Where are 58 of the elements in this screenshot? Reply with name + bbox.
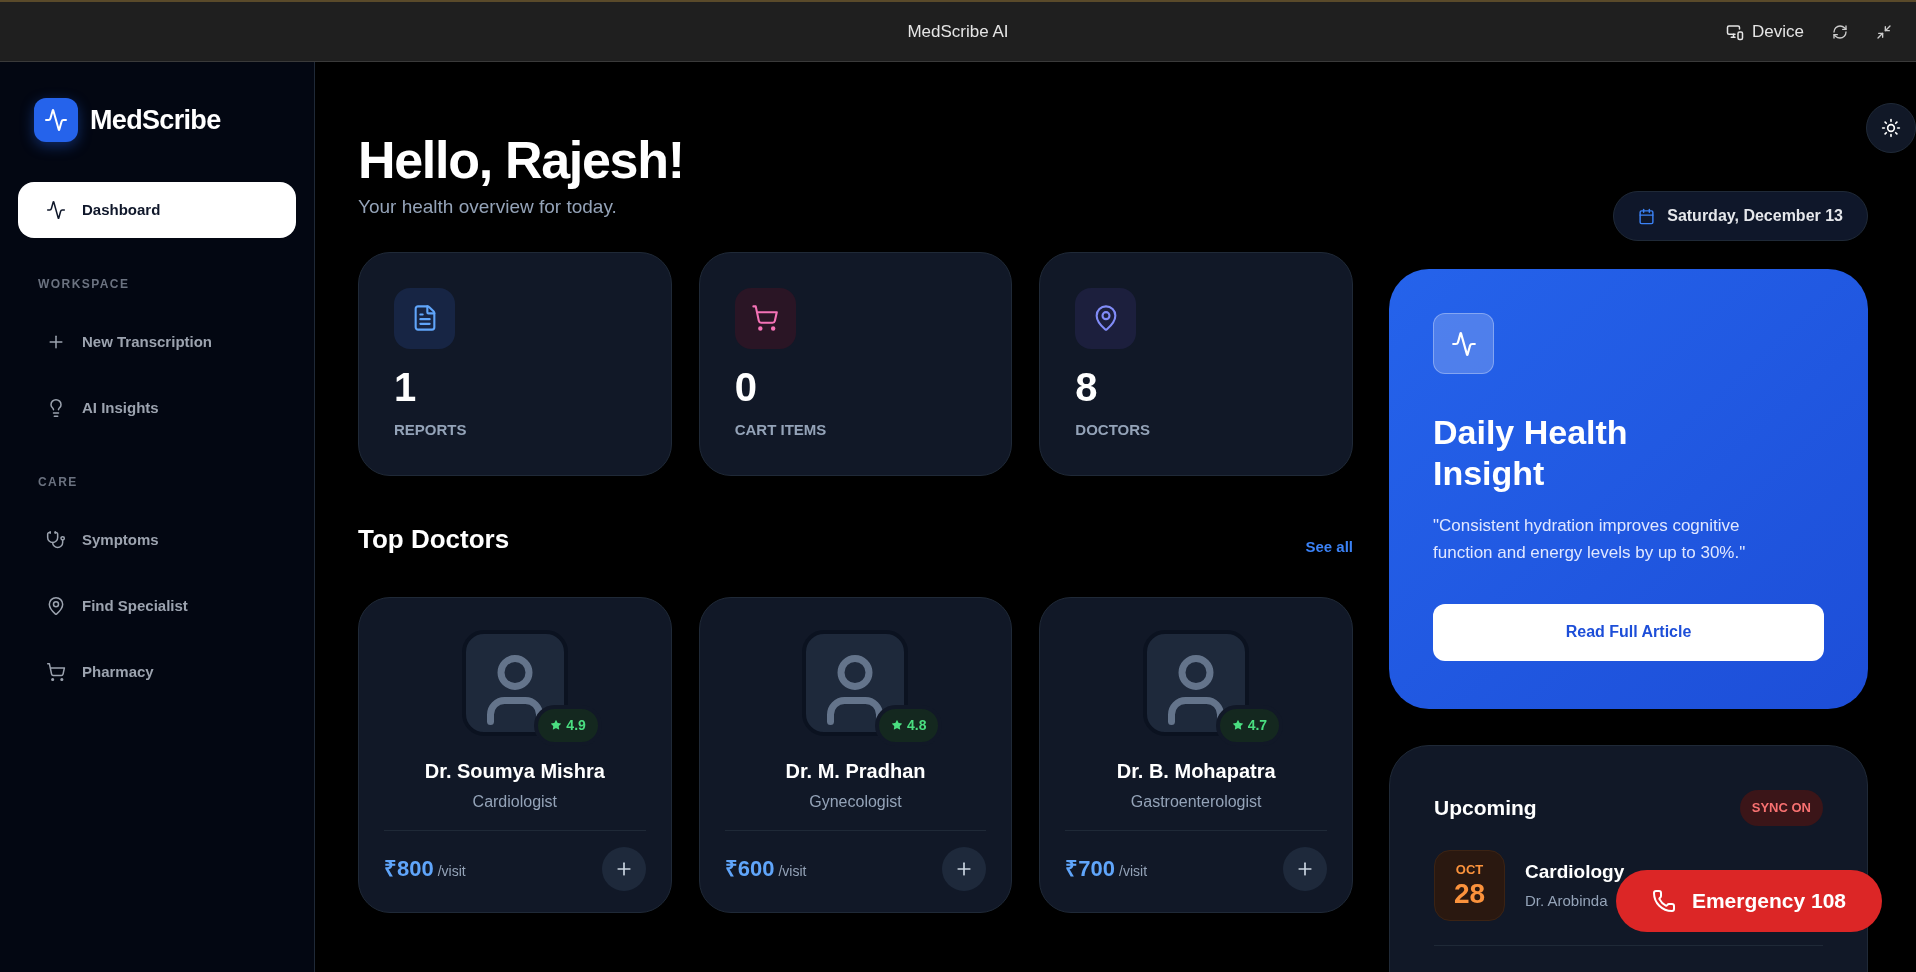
location-pin-icon (46, 596, 66, 616)
doctor-name: Dr. Soumya Mishra (424, 758, 605, 784)
add-button[interactable] (1283, 846, 1327, 891)
sidebar-item[interactable]: AI Insights (18, 380, 296, 436)
section-label: CARE (37, 474, 79, 491)
stethoscope-icon (46, 530, 66, 550)
stat-value: 0 (734, 366, 758, 407)
sidebar-item[interactable]: Symptoms (18, 512, 296, 568)
stat-label: CART ITEMS (734, 419, 828, 440)
sync-badge: SYNC ON (1739, 790, 1823, 826)
stat-value: 1 (394, 366, 418, 407)
document-icon (394, 287, 455, 349)
sidebar-item[interactable]: Find Specialist (18, 578, 296, 634)
card-heading: Upcoming (1434, 795, 1537, 821)
price-unit: /visit (437, 862, 466, 882)
doctor-name: Dr. B. Mohapatra (1116, 758, 1276, 784)
price: ₹800 (384, 855, 434, 884)
pulse-icon (46, 200, 66, 220)
window-title: MedScribe AI (907, 20, 1009, 43)
sidebar-item[interactable]: New Transcription (18, 314, 296, 370)
section-heading: Top Doctors (358, 522, 510, 556)
device-icon (1726, 22, 1745, 41)
cart-icon (46, 662, 66, 682)
greeting-subtitle: Your health overview for today. (358, 195, 618, 220)
price: ₹600 (724, 855, 775, 884)
see-all-link[interactable]: See all (1305, 536, 1353, 559)
calendar-icon (1638, 207, 1656, 225)
stat-label: REPORTS (394, 419, 468, 440)
sidebar-item[interactable]: Dashboard (18, 182, 296, 238)
doctor-specialty: Gastroenterologist (1130, 791, 1262, 812)
date-chip: Saturday, December 13 (1613, 191, 1868, 241)
price-unit: /visit (778, 862, 807, 882)
price: ₹700 (1065, 855, 1116, 884)
sun-icon (1881, 118, 1901, 138)
appointment-doctor: Dr. Arobinda (1525, 891, 1609, 911)
theme-toggle-button[interactable] (1866, 103, 1916, 153)
doctor-name: Dr. M. Pradhan (785, 758, 926, 784)
location-pin-icon (1075, 287, 1137, 349)
insight-title: Daily Health Insight (1433, 412, 1629, 494)
price-unit: /visit (1119, 862, 1148, 882)
section-label: WORKSPACE (37, 276, 131, 293)
brand-name: MedScribe (90, 103, 221, 137)
read-article-button[interactable]: Read Full Article (1433, 603, 1824, 661)
cart-icon (734, 287, 796, 349)
phone-icon (1651, 889, 1676, 913)
doctor-specialty: Cardiologist (472, 791, 558, 812)
rotate-icon[interactable] (1832, 23, 1848, 40)
doctor-specialty: Gynecologist (809, 791, 902, 812)
greeting-heading: Hello, Rajesh! (358, 132, 685, 190)
stat-label: DOCTORS (1075, 419, 1152, 440)
stat-value: 8 (1075, 366, 1099, 407)
sidebar-item[interactable]: Pharmacy (18, 644, 296, 700)
collapse-icon[interactable] (1876, 23, 1892, 40)
logo-icon (34, 98, 78, 142)
pulse-icon (1433, 313, 1494, 374)
date-tile: OCT 28 (1434, 849, 1505, 921)
device-button[interactable]: Device (1726, 18, 1804, 45)
insight-quote: "Consistent hydration improves cognitive function and energy levels by up to 30%." (1433, 514, 1747, 564)
